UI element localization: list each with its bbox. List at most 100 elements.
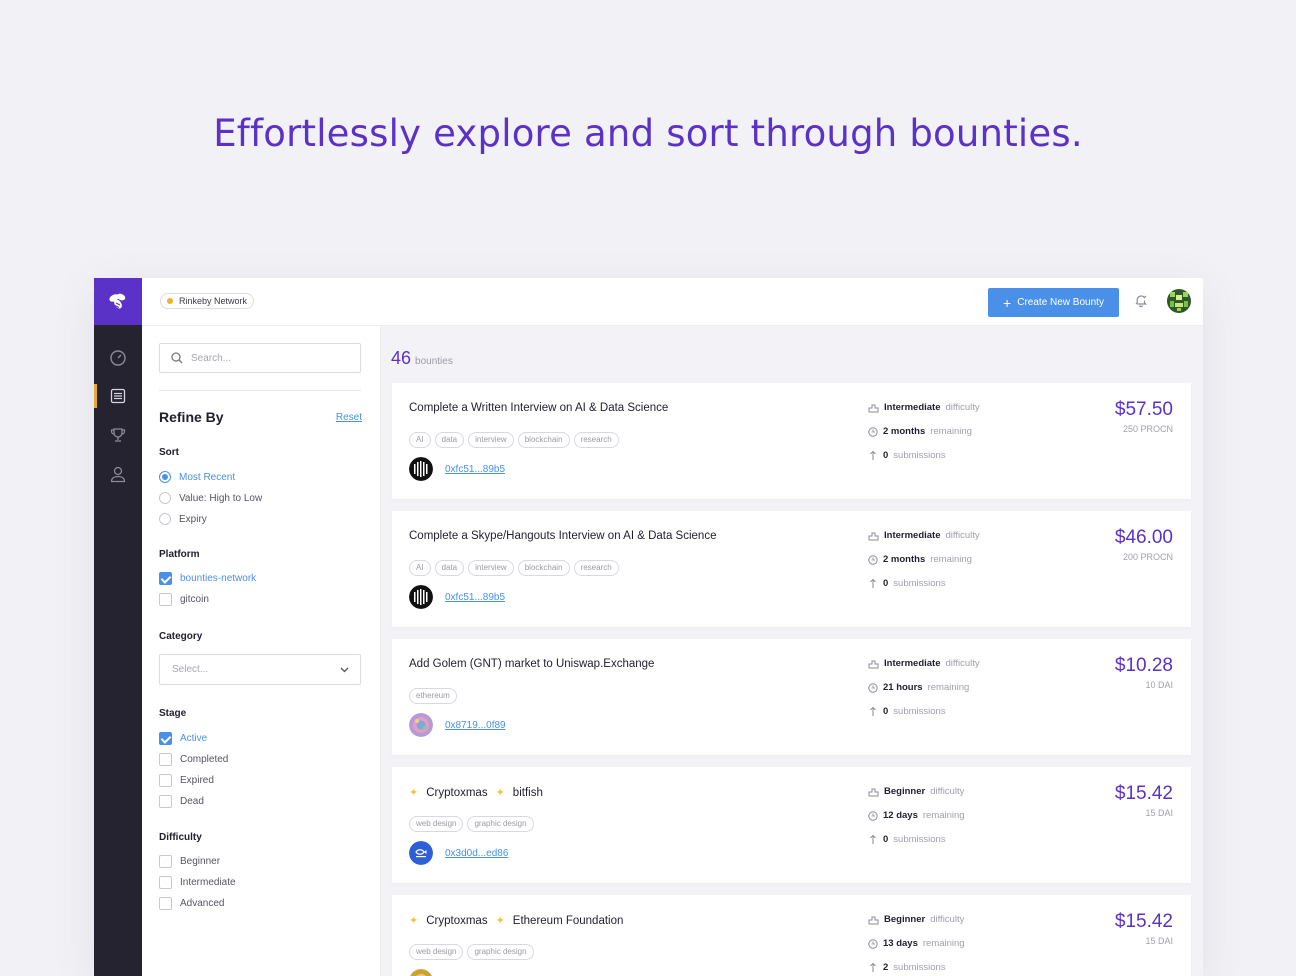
tag[interactable]: web design [409, 944, 464, 960]
difficulty-icon [868, 404, 879, 412]
create-new-bounty-button[interactable]: + Create New Bounty [988, 288, 1119, 317]
sort-option-value[interactable]: Value: High to Low [159, 491, 262, 505]
issuer-address-link[interactable]: 0xfc51...89b5 [445, 592, 505, 603]
tag[interactable]: research [573, 560, 619, 576]
issuer-address-link[interactable]: 0x3d0d...ed86 [445, 848, 508, 859]
difficulty-option-intermediate[interactable]: Intermediate [159, 875, 236, 889]
trophy-icon[interactable] [94, 420, 142, 450]
radio-button[interactable] [159, 492, 171, 504]
filter-panel: Refine By Reset Sort Most Recent Value: … [142, 326, 381, 976]
stage-option-dead[interactable]: Dead [159, 794, 204, 808]
token-value: 10 DAI [1145, 680, 1173, 690]
bounty-title[interactable]: ✦ Cryptoxmas ✦ bitfish [409, 786, 543, 800]
bounty-list-icon[interactable] [94, 381, 142, 411]
bounty-title[interactable]: Complete a Written Interview on AI & Dat… [409, 402, 668, 414]
tag[interactable]: research [573, 432, 619, 448]
stage-option-active[interactable]: Active [159, 731, 207, 745]
profile-icon[interactable] [94, 459, 142, 489]
tag[interactable]: blockchain [517, 560, 570, 576]
bounty-card[interactable]: Add Golem (GNT) market to Uniswap.Exchan… [392, 639, 1191, 755]
tag[interactable]: ethereum [409, 688, 457, 704]
checkbox[interactable] [159, 592, 172, 606]
bounty-card[interactable]: Complete a Skype/Hangouts Interview on A… [392, 511, 1191, 627]
submissions-value: 0 [883, 450, 889, 461]
issuer-avatar[interactable] [409, 713, 433, 737]
tag[interactable]: interview [468, 560, 514, 576]
difficulty-value: Beginner [884, 786, 926, 797]
submissions-label: submissions [893, 450, 946, 461]
difficulty-icon [868, 532, 879, 540]
bounty-title[interactable]: ✦ Cryptoxmas ✦ Ethereum Foundation [409, 914, 623, 928]
difficulty-meta: Beginner difficulty [868, 913, 964, 926]
tag[interactable]: data [434, 560, 465, 576]
submissions-label: submissions [893, 962, 946, 973]
checkbox[interactable] [159, 571, 172, 585]
tag[interactable]: data [434, 432, 465, 448]
sort-option-most-recent[interactable]: Most Recent [159, 470, 235, 484]
radio-button[interactable] [159, 513, 171, 525]
stage-option-completed[interactable]: Completed [159, 752, 228, 766]
checkbox[interactable] [159, 794, 172, 808]
notification-bell-icon[interactable] [1133, 293, 1149, 309]
bounty-title[interactable]: Complete a Skype/Hangouts Interview on A… [409, 530, 716, 542]
checkbox[interactable] [159, 875, 172, 889]
search-box[interactable] [159, 343, 361, 373]
tag[interactable]: web design [409, 816, 464, 832]
checkbox[interactable] [159, 731, 172, 745]
token-value: 200 PROCN [1122, 552, 1173, 562]
bounty-amount: $15.42 15 DAI [1115, 783, 1173, 818]
tag[interactable]: interview [468, 432, 514, 448]
user-avatar[interactable] [1167, 289, 1191, 313]
result-count-label: bounties [415, 356, 453, 367]
tag[interactable]: AI [409, 560, 431, 576]
sort-option-expiry[interactable]: Expiry [159, 512, 207, 526]
bounty-card[interactable]: ✦ Cryptoxmas ✦ Ethereum Foundation web d… [392, 895, 1191, 976]
difficulty-value: Intermediate [884, 530, 941, 541]
reset-link[interactable]: Reset [336, 412, 362, 423]
network-badge[interactable]: Rinkeby Network [160, 293, 255, 309]
submissions-value: 0 [883, 578, 889, 589]
platform-option-bounties-network[interactable]: bounties-network [159, 571, 256, 585]
bounty-title-text: Complete a Skype/Hangouts Interview on A… [409, 530, 717, 542]
app-window: Rinkeby Network + Create New Bounty Refi… [94, 278, 1203, 976]
tag[interactable]: graphic design [467, 944, 534, 960]
issuer-address-link[interactable]: 0xfc51...89b5 [445, 464, 505, 475]
stage-option-expired[interactable]: Expired [159, 773, 214, 787]
issuer-address-link[interactable]: 0x8719...0f89 [445, 720, 506, 731]
category-select[interactable]: Select... [159, 654, 361, 685]
tag[interactable]: blockchain [517, 432, 570, 448]
checkbox[interactable] [159, 854, 172, 868]
clock-icon [868, 938, 878, 949]
dashboard-icon[interactable] [94, 342, 142, 372]
bounty-card[interactable]: Complete a Written Interview on AI & Dat… [392, 383, 1191, 499]
bounty-title[interactable]: Add Golem (GNT) market to Uniswap.Exchan… [409, 658, 654, 670]
bounty-card[interactable]: ✦ Cryptoxmas ✦ bitfish web design graphi… [392, 767, 1191, 883]
submissions-value: 2 [883, 962, 889, 973]
issuer-avatar[interactable] [409, 585, 433, 609]
radio-button[interactable] [159, 471, 171, 483]
option-label: Beginner [180, 855, 221, 867]
remaining-label: remaining [930, 426, 972, 437]
bounty-amount: $15.42 15 DAI [1115, 911, 1173, 946]
time-value: 2 months [883, 554, 926, 565]
platform-option-gitcoin[interactable]: gitcoin [159, 592, 209, 606]
tag[interactable]: AI [409, 432, 431, 448]
issuer-avatar[interactable] [409, 969, 433, 976]
top-bar: Rinkeby Network + Create New Bounty [142, 278, 1203, 326]
tag[interactable]: graphic design [467, 816, 534, 832]
difficulty-icon [868, 660, 879, 668]
checkbox[interactable] [159, 773, 172, 787]
clock-icon [868, 682, 878, 693]
checkbox[interactable] [159, 896, 172, 910]
bee-logo-icon[interactable] [94, 278, 142, 325]
difficulty-option-beginner[interactable]: Beginner [159, 854, 220, 868]
search-input[interactable] [191, 352, 341, 364]
time-value: 13 days [883, 938, 918, 949]
difficulty-option-advanced[interactable]: Advanced [159, 896, 224, 910]
checkbox[interactable] [159, 752, 172, 766]
difficulty-icon [868, 916, 879, 924]
option-label: Expiry [179, 513, 207, 525]
difficulty-meta: Intermediate difficulty [868, 401, 980, 414]
issuer-avatar[interactable] [409, 457, 433, 481]
issuer-avatar[interactable] [409, 841, 433, 865]
